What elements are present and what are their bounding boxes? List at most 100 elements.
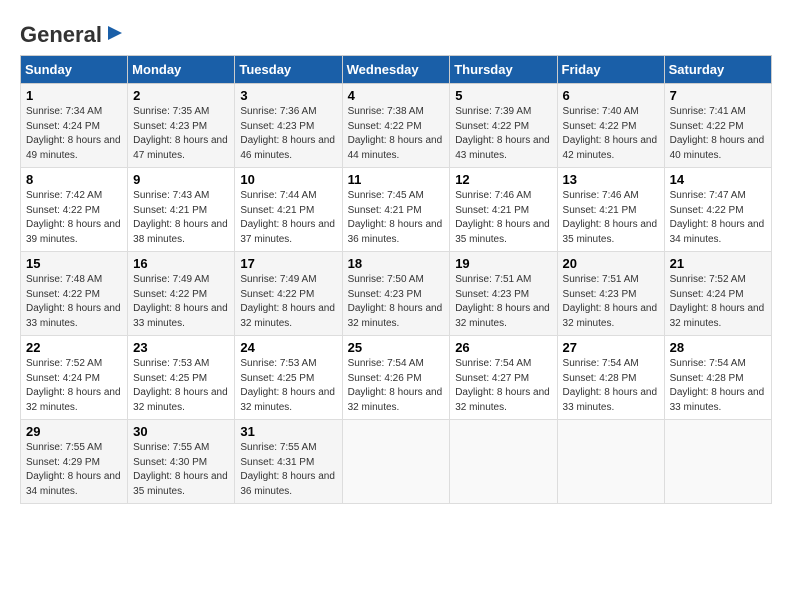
day-number: 19: [455, 256, 551, 271]
day-number: 13: [563, 172, 659, 187]
calendar-cell: 5 Sunrise: 7:39 AMSunset: 4:22 PMDaylight…: [450, 84, 557, 168]
day-number: 28: [670, 340, 766, 355]
day-number: 25: [348, 340, 445, 355]
logo: General: [20, 20, 126, 45]
day-detail: Sunrise: 7:40 AMSunset: 4:22 PMDaylight:…: [563, 106, 658, 161]
calendar-cell: 15 Sunrise: 7:48 AMSunset: 4:22 PMDayligh…: [21, 252, 128, 336]
day-number: 26: [455, 340, 551, 355]
calendar-cell: 13Sunrise: 7:46 AMSunset: 4:21 PMDayligh…: [557, 168, 664, 252]
day-detail: Sunrise: 7:51 AMSunset: 4:23 PMDaylight:…: [455, 274, 550, 329]
day-detail: Sunrise: 7:53 AMSunset: 4:25 PMDaylight:…: [133, 358, 228, 413]
calendar-cell: [450, 420, 557, 504]
day-detail: Sunrise: 7:54 AMSunset: 4:28 PMDaylight:…: [670, 358, 765, 413]
calendar-header: SundayMondayTuesdayWednesdayThursdayFrid…: [21, 56, 772, 84]
logo-general: General: [20, 22, 102, 47]
day-number: 24: [240, 340, 336, 355]
calendar-cell: 11 Sunrise: 7:45 AMSunset: 4:21 PMDayligh…: [342, 168, 450, 252]
col-header-friday: Friday: [557, 56, 664, 84]
day-detail: Sunrise: 7:34 AMSunset: 4:24 PMDaylight:…: [26, 106, 121, 161]
calendar-cell: 20 Sunrise: 7:51 AMSunset: 4:23 PMDayligh…: [557, 252, 664, 336]
day-number: 31: [240, 424, 336, 439]
day-number: 27: [563, 340, 659, 355]
col-header-thursday: Thursday: [450, 56, 557, 84]
calendar-cell: 30 Sunrise: 7:55 AMSunset: 4:30 PMDayligh…: [128, 420, 235, 504]
calendar-cell: 27Sunrise: 7:54 AMSunset: 4:28 PMDayligh…: [557, 336, 664, 420]
logo-arrow-icon: [104, 22, 126, 44]
calendar-cell: 6 Sunrise: 7:40 AMSunset: 4:22 PMDaylight…: [557, 84, 664, 168]
day-detail: Sunrise: 7:55 AMSunset: 4:31 PMDaylight:…: [240, 442, 335, 497]
calendar-cell: 24 Sunrise: 7:53 AMSunset: 4:25 PMDayligh…: [235, 336, 342, 420]
calendar-cell: 2 Sunrise: 7:35 AMSunset: 4:23 PMDaylight…: [128, 84, 235, 168]
day-detail: Sunrise: 7:53 AMSunset: 4:25 PMDaylight:…: [240, 358, 335, 413]
day-detail: Sunrise: 7:55 AMSunset: 4:30 PMDaylight:…: [133, 442, 228, 497]
day-number: 17: [240, 256, 336, 271]
calendar-cell: 25 Sunrise: 7:54 AMSunset: 4:26 PMDayligh…: [342, 336, 450, 420]
calendar-cell: 22 Sunrise: 7:52 AMSunset: 4:24 PMDayligh…: [21, 336, 128, 420]
day-detail: Sunrise: 7:35 AMSunset: 4:23 PMDaylight:…: [133, 106, 228, 161]
calendar-table: SundayMondayTuesdayWednesdayThursdayFrid…: [20, 55, 772, 504]
day-detail: Sunrise: 7:52 AMSunset: 4:24 PMDaylight:…: [670, 274, 765, 329]
calendar-cell: 28 Sunrise: 7:54 AMSunset: 4:28 PMDayligh…: [664, 336, 771, 420]
day-number: 15: [26, 256, 122, 271]
calendar-cell: 19 Sunrise: 7:51 AMSunset: 4:23 PMDayligh…: [450, 252, 557, 336]
day-detail: Sunrise: 7:48 AMSunset: 4:22 PMDaylight:…: [26, 274, 121, 329]
col-header-sunday: Sunday: [21, 56, 128, 84]
calendar-cell: 14 Sunrise: 7:47 AMSunset: 4:22 PMDayligh…: [664, 168, 771, 252]
day-detail: Sunrise: 7:43 AMSunset: 4:21 PMDaylight:…: [133, 190, 228, 245]
day-number: 6: [563, 88, 659, 103]
day-number: 11: [348, 172, 445, 187]
calendar-cell: 9 Sunrise: 7:43 AMSunset: 4:21 PMDaylight…: [128, 168, 235, 252]
day-detail: Sunrise: 7:42 AMSunset: 4:22 PMDaylight:…: [26, 190, 121, 245]
day-detail: Sunrise: 7:52 AMSunset: 4:24 PMDaylight:…: [26, 358, 121, 413]
day-number: 30: [133, 424, 229, 439]
calendar-cell: 1 Sunrise: 7:34 AMSunset: 4:24 PMDaylight…: [21, 84, 128, 168]
day-number: 12: [455, 172, 551, 187]
day-detail: Sunrise: 7:38 AMSunset: 4:22 PMDaylight:…: [348, 106, 443, 161]
day-number: 2: [133, 88, 229, 103]
day-number: 4: [348, 88, 445, 103]
day-detail: Sunrise: 7:47 AMSunset: 4:22 PMDaylight:…: [670, 190, 765, 245]
calendar-cell: [342, 420, 450, 504]
day-detail: Sunrise: 7:55 AMSunset: 4:29 PMDaylight:…: [26, 442, 121, 497]
day-number: 14: [670, 172, 766, 187]
day-detail: Sunrise: 7:54 AMSunset: 4:27 PMDaylight:…: [455, 358, 550, 413]
day-detail: Sunrise: 7:49 AMSunset: 4:22 PMDaylight:…: [133, 274, 228, 329]
day-number: 21: [670, 256, 766, 271]
day-number: 29: [26, 424, 122, 439]
calendar-cell: 26 Sunrise: 7:54 AMSunset: 4:27 PMDayligh…: [450, 336, 557, 420]
calendar-cell: 3Sunrise: 7:36 AMSunset: 4:23 PMDaylight…: [235, 84, 342, 168]
col-header-wednesday: Wednesday: [342, 56, 450, 84]
calendar-cell: 23 Sunrise: 7:53 AMSunset: 4:25 PMDayligh…: [128, 336, 235, 420]
calendar-cell: 17 Sunrise: 7:49 AMSunset: 4:22 PMDayligh…: [235, 252, 342, 336]
day-number: 1: [26, 88, 122, 103]
day-number: 18: [348, 256, 445, 271]
day-number: 3: [240, 88, 336, 103]
day-number: 22: [26, 340, 122, 355]
calendar-cell: [557, 420, 664, 504]
calendar-cell: 8 Sunrise: 7:42 AMSunset: 4:22 PMDaylight…: [21, 168, 128, 252]
col-header-saturday: Saturday: [664, 56, 771, 84]
day-number: 16: [133, 256, 229, 271]
calendar-cell: 18 Sunrise: 7:50 AMSunset: 4:23 PMDayligh…: [342, 252, 450, 336]
calendar-cell: 10Sunrise: 7:44 AMSunset: 4:21 PMDayligh…: [235, 168, 342, 252]
col-header-monday: Monday: [128, 56, 235, 84]
day-number: 9: [133, 172, 229, 187]
col-header-tuesday: Tuesday: [235, 56, 342, 84]
day-number: 5: [455, 88, 551, 103]
day-detail: Sunrise: 7:49 AMSunset: 4:22 PMDaylight:…: [240, 274, 335, 329]
day-number: 23: [133, 340, 229, 355]
day-detail: Sunrise: 7:39 AMSunset: 4:22 PMDaylight:…: [455, 106, 550, 161]
day-detail: Sunrise: 7:41 AMSunset: 4:22 PMDaylight:…: [670, 106, 765, 161]
calendar-cell: 29 Sunrise: 7:55 AMSunset: 4:29 PMDayligh…: [21, 420, 128, 504]
day-detail: Sunrise: 7:46 AMSunset: 4:21 PMDaylight:…: [455, 190, 550, 245]
calendar-cell: 4 Sunrise: 7:38 AMSunset: 4:22 PMDaylight…: [342, 84, 450, 168]
day-detail: Sunrise: 7:51 AMSunset: 4:23 PMDaylight:…: [563, 274, 658, 329]
calendar-cell: 21 Sunrise: 7:52 AMSunset: 4:24 PMDayligh…: [664, 252, 771, 336]
day-detail: Sunrise: 7:45 AMSunset: 4:21 PMDaylight:…: [348, 190, 443, 245]
day-detail: Sunrise: 7:50 AMSunset: 4:23 PMDaylight:…: [348, 274, 443, 329]
calendar-cell: 7Sunrise: 7:41 AMSunset: 4:22 PMDaylight…: [664, 84, 771, 168]
day-number: 20: [563, 256, 659, 271]
calendar-cell: 16 Sunrise: 7:49 AMSunset: 4:22 PMDayligh…: [128, 252, 235, 336]
day-number: 8: [26, 172, 122, 187]
day-detail: Sunrise: 7:54 AMSunset: 4:26 PMDaylight:…: [348, 358, 443, 413]
